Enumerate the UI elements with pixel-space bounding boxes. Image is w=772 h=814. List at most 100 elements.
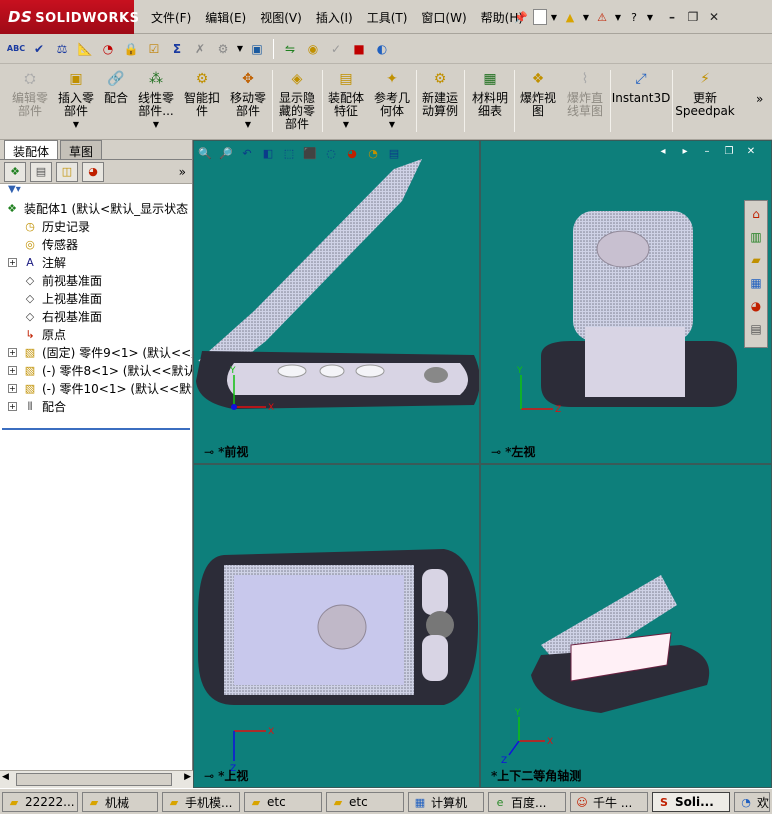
smart-fasteners-button[interactable]: ⚙ 智能扣 件 [182, 68, 222, 118]
tree-item[interactable]: ◇ 上视基准面 [0, 290, 192, 308]
link-views-icon[interactable]: ⊸ [491, 445, 501, 459]
dropdown-arrow-icon[interactable]: ▼ [73, 118, 79, 131]
linear-pattern-button[interactable]: ⁂ 线性零 部件... ▼ [136, 68, 176, 131]
expand-icon[interactable]: + [8, 402, 17, 411]
restore-icon[interactable]: ❐ [684, 8, 702, 26]
tick-circle-icon[interactable]: ✓ [326, 39, 346, 59]
warning-icon[interactable]: ⚠ [593, 8, 611, 26]
scroll-right-icon[interactable]: ▶ [184, 772, 191, 782]
checkbox-icon[interactable]: ☑ [144, 39, 164, 59]
display-style-icon[interactable]: ⬛ [302, 145, 318, 161]
filter-icon[interactable]: ▼▾ [8, 184, 21, 195]
tree-item[interactable]: ◇ 右视基准面 [0, 308, 192, 326]
dropdown-arrow-icon[interactable]: ▼ [245, 118, 251, 131]
close-viewport-icon[interactable]: ✕ [744, 145, 758, 158]
help-icon[interactable]: ? [625, 8, 643, 26]
new-document-icon[interactable] [533, 9, 547, 25]
scroll-thumb[interactable] [16, 773, 172, 786]
assembly-features-button[interactable]: ▤ 装配体 特征 ▼ [326, 68, 366, 131]
menu-edit[interactable]: 编辑(E) [198, 6, 253, 28]
update-speedpak-button[interactable]: ⚡ 更新 Speedpak [674, 68, 736, 118]
taskbar-button[interactable]: ▦ 计算机 [408, 792, 484, 812]
tree-item[interactable]: ◎ 传感器 [0, 236, 192, 254]
expand-icon[interactable]: + [8, 366, 17, 375]
feature-manager-tab-icon[interactable]: ❖ [4, 161, 26, 182]
new-motion-study-button[interactable]: ⚙ 新建运 动算例 [420, 68, 460, 118]
balance-icon[interactable]: ⚖ [52, 39, 72, 59]
dropdown-arrow-icon[interactable]: ▼ [153, 118, 159, 131]
menu-file[interactable]: 文件(F) [144, 6, 198, 28]
pin-icon[interactable]: 📌 [512, 8, 530, 26]
instant3d-button[interactable]: ⤢ Instant3D [612, 68, 671, 105]
viewport-front[interactable]: X Y ⊸ *前视 [193, 140, 480, 464]
reference-geometry-button[interactable]: ✦ 参考几 何体 ▼ [372, 68, 412, 131]
tree-item[interactable]: ◇ 前视基准面 [0, 272, 192, 290]
exploded-view-button[interactable]: ❖ 爆炸视 图 [518, 68, 558, 118]
insert-component-button[interactable]: ▣ 插入零 部件 ▼ [56, 68, 96, 131]
dropdown-arrow-icon[interactable]: ▼ [646, 8, 654, 26]
screen-icon[interactable]: ▣ [247, 39, 267, 59]
minimize-viewport-icon[interactable]: – [700, 145, 714, 158]
minimize-icon[interactable]: – [663, 8, 681, 26]
measure-icon[interactable]: 📐 [75, 39, 95, 59]
dropdown-arrow-icon[interactable]: ▼ [582, 8, 590, 26]
chevron-right-icon[interactable]: » [756, 92, 763, 106]
previous-view-icon[interactable]: ↶ [239, 145, 255, 161]
view-settings-icon[interactable]: ▤ [386, 145, 402, 161]
taskbar-button[interactable]: ▰ 手机模... [162, 792, 240, 812]
sum-icon[interactable]: Σ [167, 39, 187, 59]
bill-of-materials-button[interactable]: ▦ 材料明 细表 [470, 68, 510, 118]
interference-icon[interactable]: ⇋ [280, 39, 300, 59]
appearances-icon[interactable]: ◕ [747, 296, 765, 316]
taskbar-button[interactable]: ▰ 22222... [2, 792, 78, 812]
check-icon[interactable]: ✔ [29, 39, 49, 59]
mate-button[interactable]: 🔗 配合 [102, 68, 130, 105]
gauge-icon[interactable]: ◔ [98, 39, 118, 59]
zoom-to-fit-icon[interactable]: 🔍 [197, 145, 213, 161]
cross-icon[interactable]: ✗ [190, 39, 210, 59]
menu-insert[interactable]: 插入(I) [309, 6, 360, 28]
next-viewport-icon[interactable]: ▸ [678, 145, 692, 158]
dropdown-arrow-icon[interactable]: ▼ [389, 118, 395, 131]
tree-item[interactable]: + ▧ (-) 零件8<1> (默认<<默认_ [0, 362, 192, 380]
close-icon[interactable]: ✕ [705, 8, 723, 26]
tree-item[interactable]: + ▧ (-) 零件10<1> (默认<<默认 [0, 380, 192, 398]
viewport-dimetric[interactable]: X Y Z *上下二等角轴测 [480, 464, 772, 788]
taskbar-button[interactable]: ◔ 欢 [734, 792, 770, 812]
custom-properties-icon[interactable]: ▤ [747, 319, 765, 339]
dropdown-arrow-icon[interactable]: ▼ [550, 8, 558, 26]
file-explorer-icon[interactable]: ▰ [747, 250, 765, 270]
show-hidden-components-button[interactable]: ◈ 显示隐 藏的零 部件 [276, 68, 318, 131]
dropdown-arrow-icon[interactable]: ▼ [343, 118, 349, 131]
chevron-right-icon[interactable]: » [179, 165, 186, 179]
viewport-top[interactable]: X Z ⊸ *上视 [193, 464, 480, 788]
section-view-icon[interactable]: ◧ [260, 145, 276, 161]
spell-check-icon[interactable]: ABC [6, 39, 26, 59]
configuration-manager-tab-icon[interactable]: ◫ [56, 161, 78, 182]
gear-icon[interactable]: ⚙ [213, 39, 233, 59]
horizontal-scrollbar[interactable]: ◀ ▶ [0, 770, 193, 788]
viewport-left[interactable]: Z Y ⊸ *左视 [480, 140, 772, 464]
taskbar-button[interactable]: ▰ 机械 [82, 792, 158, 812]
link-views-icon[interactable]: ⊸ [204, 769, 214, 783]
expand-icon[interactable]: + [8, 258, 17, 267]
taskbar-button[interactable]: ▰ etc [326, 792, 404, 812]
tree-item[interactable]: ❖ 装配体1 (默认<默认_显示状态 [0, 200, 192, 218]
open-icon[interactable]: ▲ [561, 8, 579, 26]
taskbar-button[interactable]: ☺ 千牛 ... [570, 792, 648, 812]
zoom-area-icon[interactable]: 🔎 [218, 145, 234, 161]
dropdown-arrow-icon[interactable]: ▼ [614, 8, 622, 26]
menu-tools[interactable]: 工具(T) [360, 6, 415, 28]
tree-item[interactable]: + ⫴ 配合 [0, 398, 192, 416]
expand-icon[interactable]: + [8, 384, 17, 393]
color-icon[interactable]: ■ [349, 39, 369, 59]
menu-view[interactable]: 视图(V) [253, 6, 309, 28]
hole-icon[interactable]: ◉ [303, 39, 323, 59]
scene-icon[interactable]: ◔ [365, 145, 381, 161]
scroll-left-icon[interactable]: ◀ [2, 772, 9, 782]
taskbar-button[interactable]: e 百度... [488, 792, 566, 812]
dropdown-arrow-icon[interactable]: ▼ [236, 39, 244, 59]
rollback-bar[interactable] [2, 428, 190, 430]
solidworks-logo[interactable]: DS SOLIDWORKS [0, 0, 139, 34]
edit-component-button[interactable]: ⛭ 编辑零 部件 [10, 68, 50, 118]
